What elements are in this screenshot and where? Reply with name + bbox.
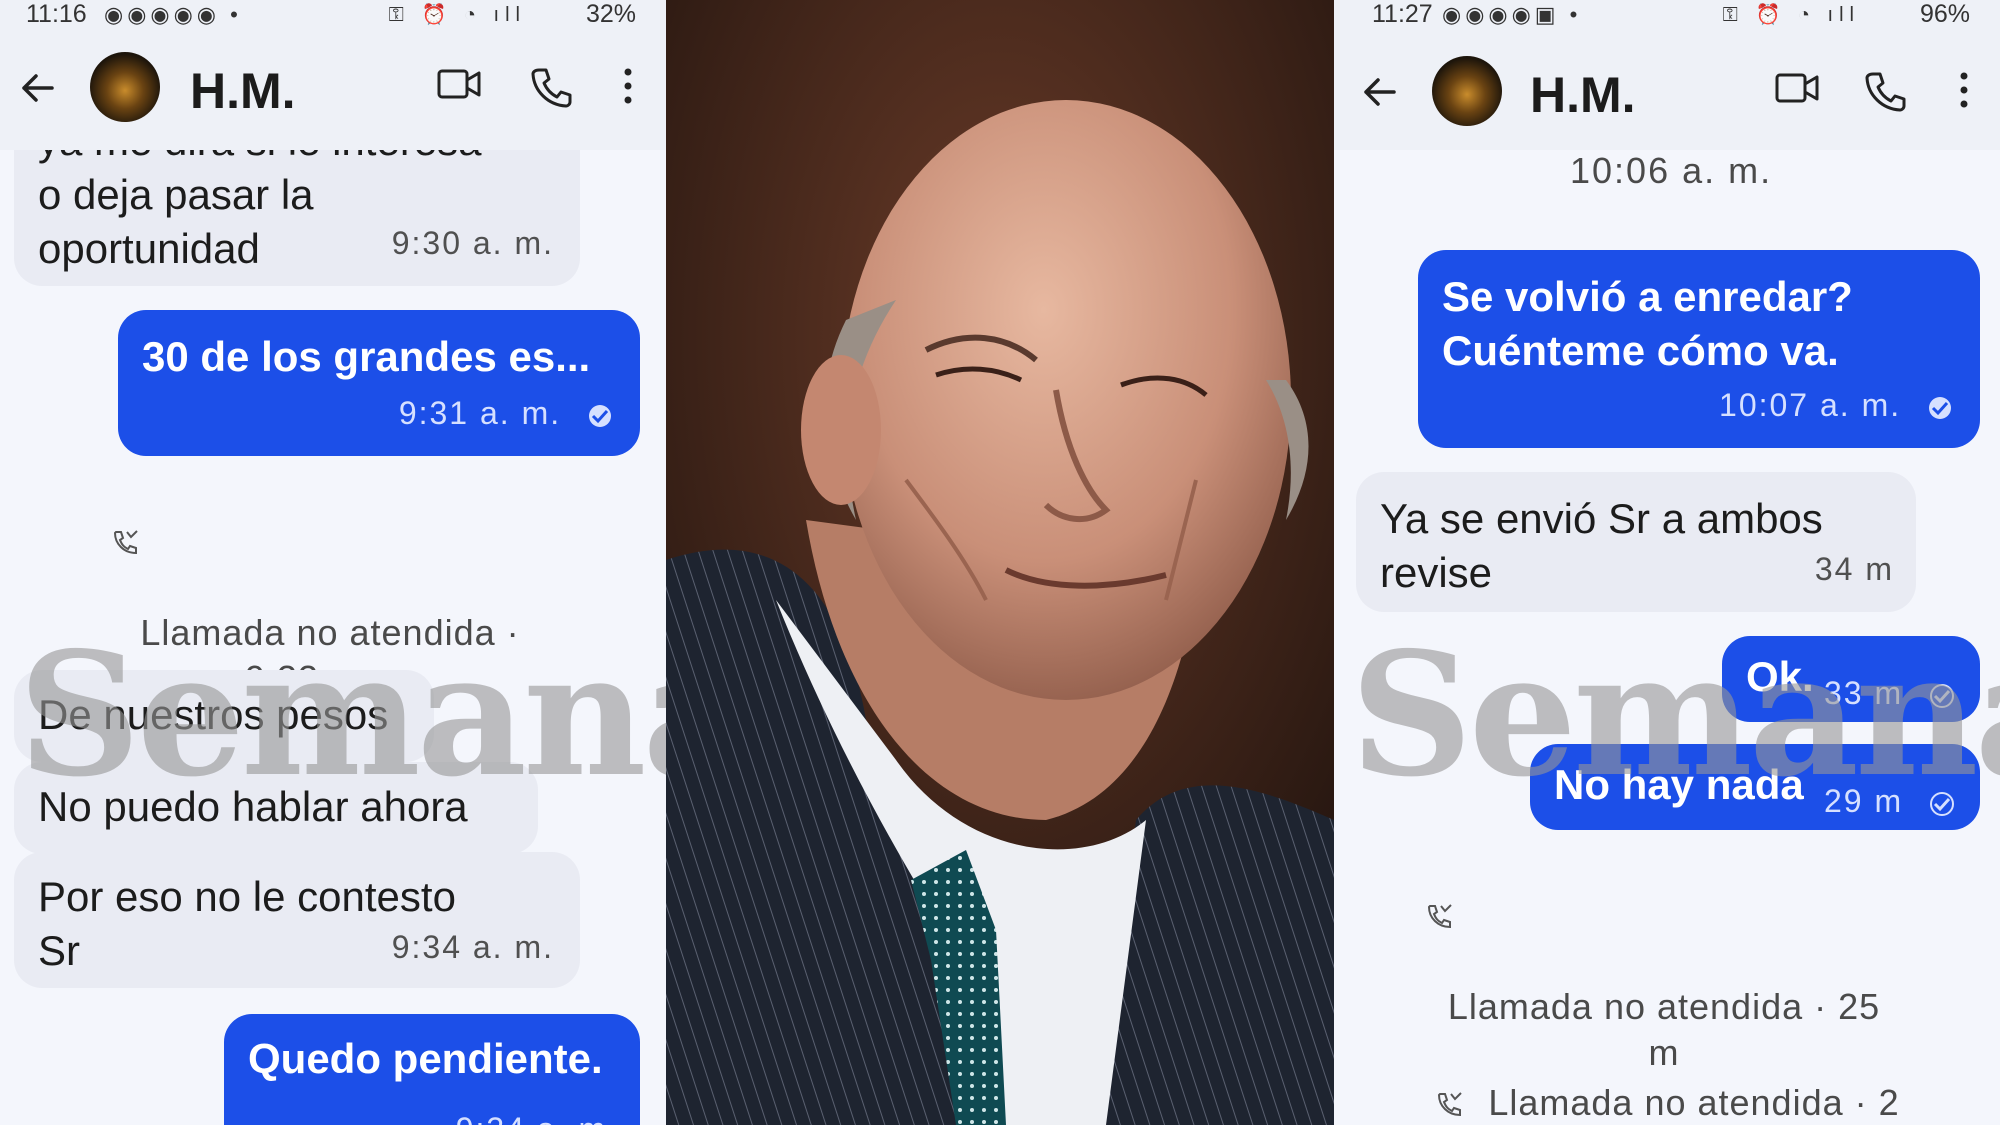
system-icons: ⚿ ⏰ ◔ ıll bbox=[1722, 4, 1860, 26]
incoming-message[interactable]: Por eso no le contesto Sr 9:34 a. m. bbox=[14, 852, 580, 988]
message-text: Ya se envió Sr a ambos revise bbox=[1380, 495, 1823, 596]
status-time: 11:16 bbox=[26, 0, 87, 28]
read-receipt-icon bbox=[589, 404, 611, 427]
status-time: 11:27 bbox=[1372, 0, 1433, 28]
missed-call-notice: Llamada no atendida · 25 m bbox=[1424, 892, 1904, 1076]
outgoing-message[interactable]: 30 de los grandes es... 9:31 a. m. bbox=[118, 310, 640, 456]
video-call-icon[interactable] bbox=[436, 66, 482, 102]
avatar[interactable] bbox=[90, 52, 160, 122]
notification-icons: ◉◉◉◉◉ • bbox=[104, 2, 242, 27]
back-arrow-icon[interactable] bbox=[1360, 72, 1400, 112]
chat-header: 11:16 ◉◉◉◉◉ • ⚿ ⏰ ◔ ıll 32% H.M. bbox=[0, 0, 666, 150]
message-time: 34 m bbox=[1814, 551, 1894, 587]
outgoing-message[interactable]: Quedo pendiente. 9:34 a. m. bbox=[224, 1014, 640, 1125]
missed-call-icon bbox=[1437, 1092, 1462, 1117]
message-time: 9:30 a. m. bbox=[391, 225, 554, 261]
battery-level: 96% bbox=[1919, 0, 1970, 28]
message-time-row: 10:07 a. m. bbox=[1719, 378, 1958, 432]
status-bar: 11:27 ◉◉◉◉▣ • ⚿ ⏰ ◔ ıll 96% bbox=[1334, 0, 2000, 30]
outgoing-message[interactable]: Se volvió a enredar? Cuénteme cómo va. 1… bbox=[1418, 250, 1980, 448]
time-separator: 10:06 a. m. bbox=[1570, 150, 1773, 191]
missed-call-text: Llamada no atendida · 2 bbox=[1488, 1082, 1900, 1123]
message-time: 9:34 a. m. bbox=[456, 1102, 618, 1125]
system-icons: ⚿ ⏰ ◔ ıll bbox=[388, 4, 526, 26]
more-vert-icon[interactable] bbox=[622, 66, 634, 106]
message-time: 10:07 a. m. bbox=[1719, 387, 1902, 423]
missed-call-notice: Llamada no atendida · 2 bbox=[1434, 1080, 1914, 1125]
left-chat-screenshot: 11:16 ◉◉◉◉◉ • ⚿ ⏰ ◔ ıll 32% H.M. ya me d… bbox=[0, 0, 666, 1125]
incoming-message[interactable]: Ya se envió Sr a ambos revise 34 m bbox=[1356, 472, 1916, 612]
message-text: Quedo pendiente. bbox=[248, 1035, 603, 1082]
more-vert-icon[interactable] bbox=[1958, 70, 1970, 110]
contact-name[interactable]: H.M. bbox=[1530, 66, 1636, 124]
message-time: 9:34 a. m. bbox=[391, 929, 554, 965]
battery-level: 32% bbox=[585, 0, 636, 28]
notification-icons: ◉◉◉◉▣ • bbox=[1442, 2, 1582, 27]
avatar[interactable] bbox=[1432, 56, 1502, 126]
portrait-illustration bbox=[666, 0, 1334, 1125]
phone-icon[interactable] bbox=[530, 66, 572, 108]
message-text: 30 de los grandes es... bbox=[142, 333, 591, 380]
missed-call-icon bbox=[1427, 904, 1452, 929]
message-time-row: 9:31 a. m. bbox=[399, 386, 618, 440]
status-bar: 11:16 ◉◉◉◉◉ • ⚿ ⏰ ◔ ıll 32% bbox=[0, 0, 666, 30]
portrait-photo bbox=[666, 0, 1334, 1125]
video-call-icon[interactable] bbox=[1774, 70, 1820, 106]
chat-header: 11:27 ◉◉◉◉▣ • ⚿ ⏰ ◔ ıll 96% H.M. bbox=[1334, 0, 2000, 150]
read-receipt-icon bbox=[1929, 396, 1951, 419]
message-text: Se volvió a enredar? Cuénteme cómo va. bbox=[1442, 273, 1853, 374]
watermark-logo: Semana bbox=[18, 615, 666, 815]
missed-call-icon bbox=[113, 530, 138, 555]
missed-call-text: Llamada no atendida · 25 m bbox=[1447, 986, 1881, 1073]
phone-icon[interactable] bbox=[1864, 70, 1906, 112]
back-arrow-icon[interactable] bbox=[18, 68, 58, 108]
right-chat-screenshot: 11:27 ◉◉◉◉▣ • ⚿ ⏰ ◔ ıll 96% H.M. 10:06 a… bbox=[1334, 0, 2000, 1125]
watermark-logo: Semana bbox=[1350, 615, 2000, 815]
message-time: 9:31 a. m. bbox=[398, 395, 562, 431]
contact-name[interactable]: H.M. bbox=[190, 62, 296, 120]
